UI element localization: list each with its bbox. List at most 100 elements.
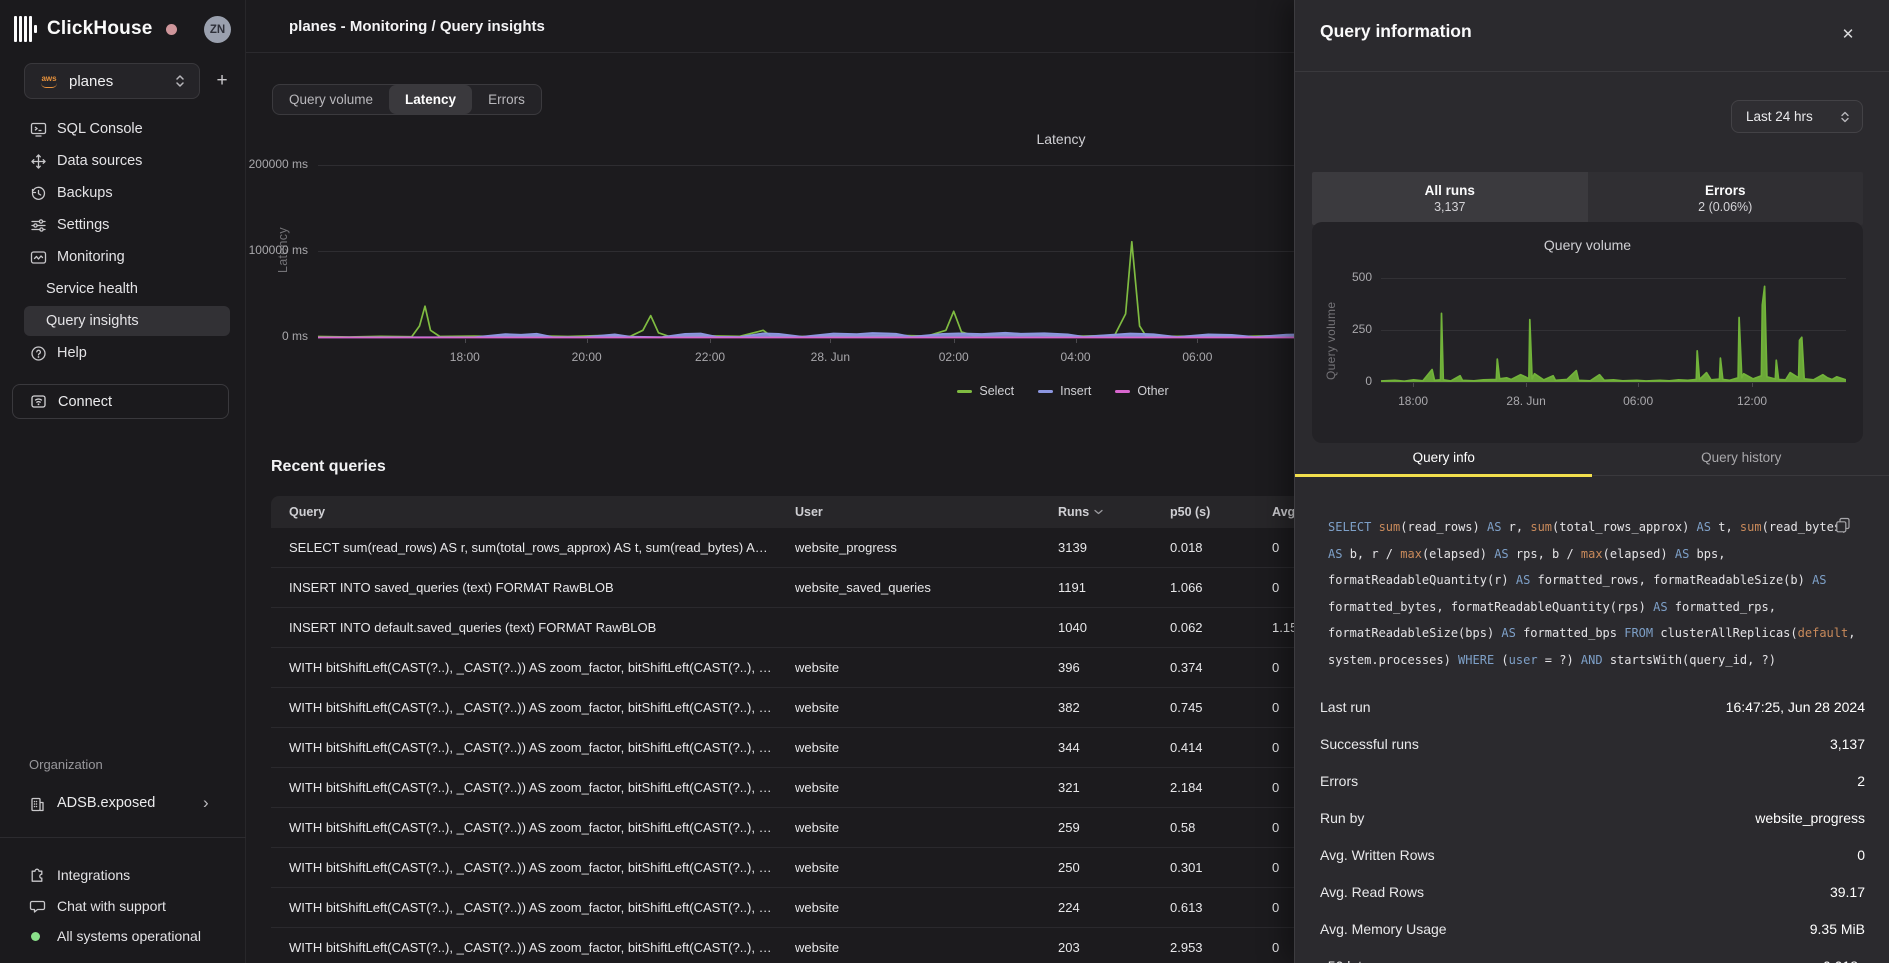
cell-p50: 0.062 (1170, 620, 1272, 635)
tab-query-history[interactable]: Query history (1593, 440, 1889, 475)
legend-swatch-icon (957, 390, 972, 393)
tab-query-info[interactable]: Query info (1295, 440, 1593, 475)
stat-label: Avg. Written Rows (1320, 847, 1435, 863)
segment-errors[interactable]: Errors 2 (0.06%) (1588, 172, 1864, 225)
sql-line: formatReadableQuantity(r) AS formatted_r… (1328, 567, 1858, 594)
tick-mark (1526, 383, 1527, 387)
segment-all-runs[interactable]: All runs 3,137 (1312, 172, 1588, 225)
cell-query: WITH bitShiftLeft(CAST(?..), _CAST(?..))… (289, 700, 795, 715)
sidebar-item-service-health[interactable]: Service health (0, 273, 246, 305)
sidebar-item-settings[interactable]: Settings (0, 209, 246, 241)
volume-axis-ticks (1381, 383, 1846, 388)
legend-item-other[interactable]: Other (1115, 384, 1168, 398)
x-tick-label: 18:00 (450, 350, 480, 364)
cell-runs: 1191 (1058, 580, 1170, 595)
x-tick-label: 02:00 (939, 350, 969, 364)
aws-icon: aws (37, 75, 61, 88)
all-runs-count: 3,137 (1434, 200, 1465, 214)
cell-query: WITH bitShiftLeft(CAST(?..), _CAST(?..))… (289, 780, 795, 795)
tick-mark (587, 339, 588, 343)
stat-row: Run by website_progress (1320, 799, 1865, 836)
active-tab-underline (1295, 474, 1592, 477)
cell-query: INSERT INTO saved_queries (text) FORMAT … (289, 580, 795, 595)
sidebar-item-backups[interactable]: Backups (0, 177, 246, 209)
stat-value: 3,137 (1830, 736, 1865, 752)
cell-query: WITH bitShiftLeft(CAST(?..), _CAST(?..))… (289, 940, 795, 955)
sql-line: AS b, r / max(elapsed) AS rps, b / max(e… (1328, 541, 1858, 568)
notification-dot-icon (166, 24, 177, 35)
add-service-button[interactable]: + (210, 70, 234, 94)
time-range-select[interactable]: Last 24 hrs (1731, 100, 1863, 133)
sidebar-item-integrations[interactable]: Integrations (0, 861, 246, 891)
stat-row: Successful runs 3,137 (1320, 725, 1865, 762)
sort-chevron-icon (1094, 509, 1103, 515)
avatar[interactable]: ZN (204, 16, 231, 43)
volume-y-tick-labels: 0250500 (1312, 270, 1372, 390)
stat-label: Last run (1320, 699, 1371, 715)
cell-user: website_progress (795, 540, 1058, 555)
cell-runs: 259 (1058, 820, 1170, 835)
cell-runs: 250 (1058, 860, 1170, 875)
tick-mark (830, 339, 831, 343)
series-queries-line (1381, 286, 1846, 381)
volume-x-tick-labels: 18:0028. Jun06:0012:00 (1381, 394, 1846, 410)
chevron-right-icon: › (203, 793, 209, 813)
x-tick-label: 06:00 (1182, 350, 1212, 364)
legend-item-select[interactable]: Select (957, 384, 1014, 398)
tick-mark (710, 339, 711, 343)
legend-swatch-icon (1115, 390, 1130, 393)
tick-mark (1413, 383, 1414, 387)
cell-query: INSERT INTO default.saved_queries (text)… (289, 620, 795, 635)
volume-plot-area[interactable] (1381, 270, 1846, 384)
query-volume-card: Query volume Query volume 0250500 18:002… (1312, 222, 1863, 443)
system-status-link[interactable]: All systems operational (0, 922, 246, 952)
cell-runs: 344 (1058, 740, 1170, 755)
sql-line: system.processes) WHERE (user = ?) AND s… (1328, 647, 1858, 674)
sidebar-item-query-insights[interactable]: Query insights (0, 305, 246, 337)
stat-row: Errors2 (1320, 762, 1865, 799)
column-p50: p50 (s) (1170, 505, 1272, 519)
tab-errors[interactable]: Errors (472, 85, 541, 114)
y-tick-label: 0 (1312, 374, 1372, 388)
chevron-updown-icon (173, 73, 187, 89)
x-tick-label: 18:00 (1398, 394, 1428, 408)
x-tick-label: 06:00 (1623, 394, 1653, 408)
sidebar-item-help[interactable]: Help (0, 337, 246, 369)
stat-label: Successful runs (1320, 736, 1419, 752)
stat-row: p50 latency0.018s (1320, 947, 1865, 963)
legend-item-insert[interactable]: Insert (1038, 384, 1091, 398)
service-selector-value: planes (69, 73, 173, 90)
tab-latency[interactable]: Latency (389, 85, 472, 114)
copy-icon[interactable] (1835, 517, 1851, 533)
sidebar-item-data-sources[interactable]: Data sources (0, 145, 246, 177)
x-tick-label: 28. Jun (811, 350, 850, 364)
cell-query: SELECT sum(read_rows) AS r, sum(total_ro… (289, 540, 795, 555)
organization-name: ADSB.exposed (57, 795, 155, 811)
y-tick-label: 200000 ms (246, 157, 308, 171)
cell-user: website (795, 900, 1058, 915)
cell-p50: 1.066 (1170, 580, 1272, 595)
column-runs-sortable[interactable]: Runs (1058, 505, 1170, 519)
panel-title: Query information (1320, 21, 1472, 42)
tick-mark (1752, 383, 1753, 387)
x-tick-label: 20:00 (572, 350, 602, 364)
stat-label: Avg. Read Rows (1320, 884, 1424, 900)
info-tabs: Query info Query history (1295, 440, 1889, 476)
organization-row[interactable]: ADSB.exposed › (0, 789, 246, 820)
cell-p50: 0.58 (1170, 820, 1272, 835)
cell-query: WITH bitShiftLeft(CAST(?..), _CAST(?..))… (289, 660, 795, 675)
sidebar-item-sql-console[interactable]: SQL Console (0, 113, 246, 145)
stat-value: 9.35 MiB (1810, 921, 1865, 937)
sidebar-item-chat-support[interactable]: Chat with support (0, 892, 246, 922)
cell-p50: 0.374 (1170, 660, 1272, 675)
stat-label: p50 latency (1320, 958, 1392, 963)
service-selector[interactable]: aws planes (24, 63, 200, 99)
sidebar-item-monitoring[interactable]: Monitoring (0, 241, 246, 273)
runs-errors-segmented: All runs 3,137 Errors 2 (0.06%) (1312, 172, 1863, 225)
close-icon[interactable]: ✕ (1838, 25, 1858, 45)
tab-query-volume[interactable]: Query volume (273, 85, 389, 114)
monitoring-icon (30, 249, 47, 266)
connect-button[interactable]: Connect (12, 384, 229, 419)
stat-label: Run by (1320, 810, 1364, 826)
stat-value: website_progress (1755, 810, 1865, 826)
